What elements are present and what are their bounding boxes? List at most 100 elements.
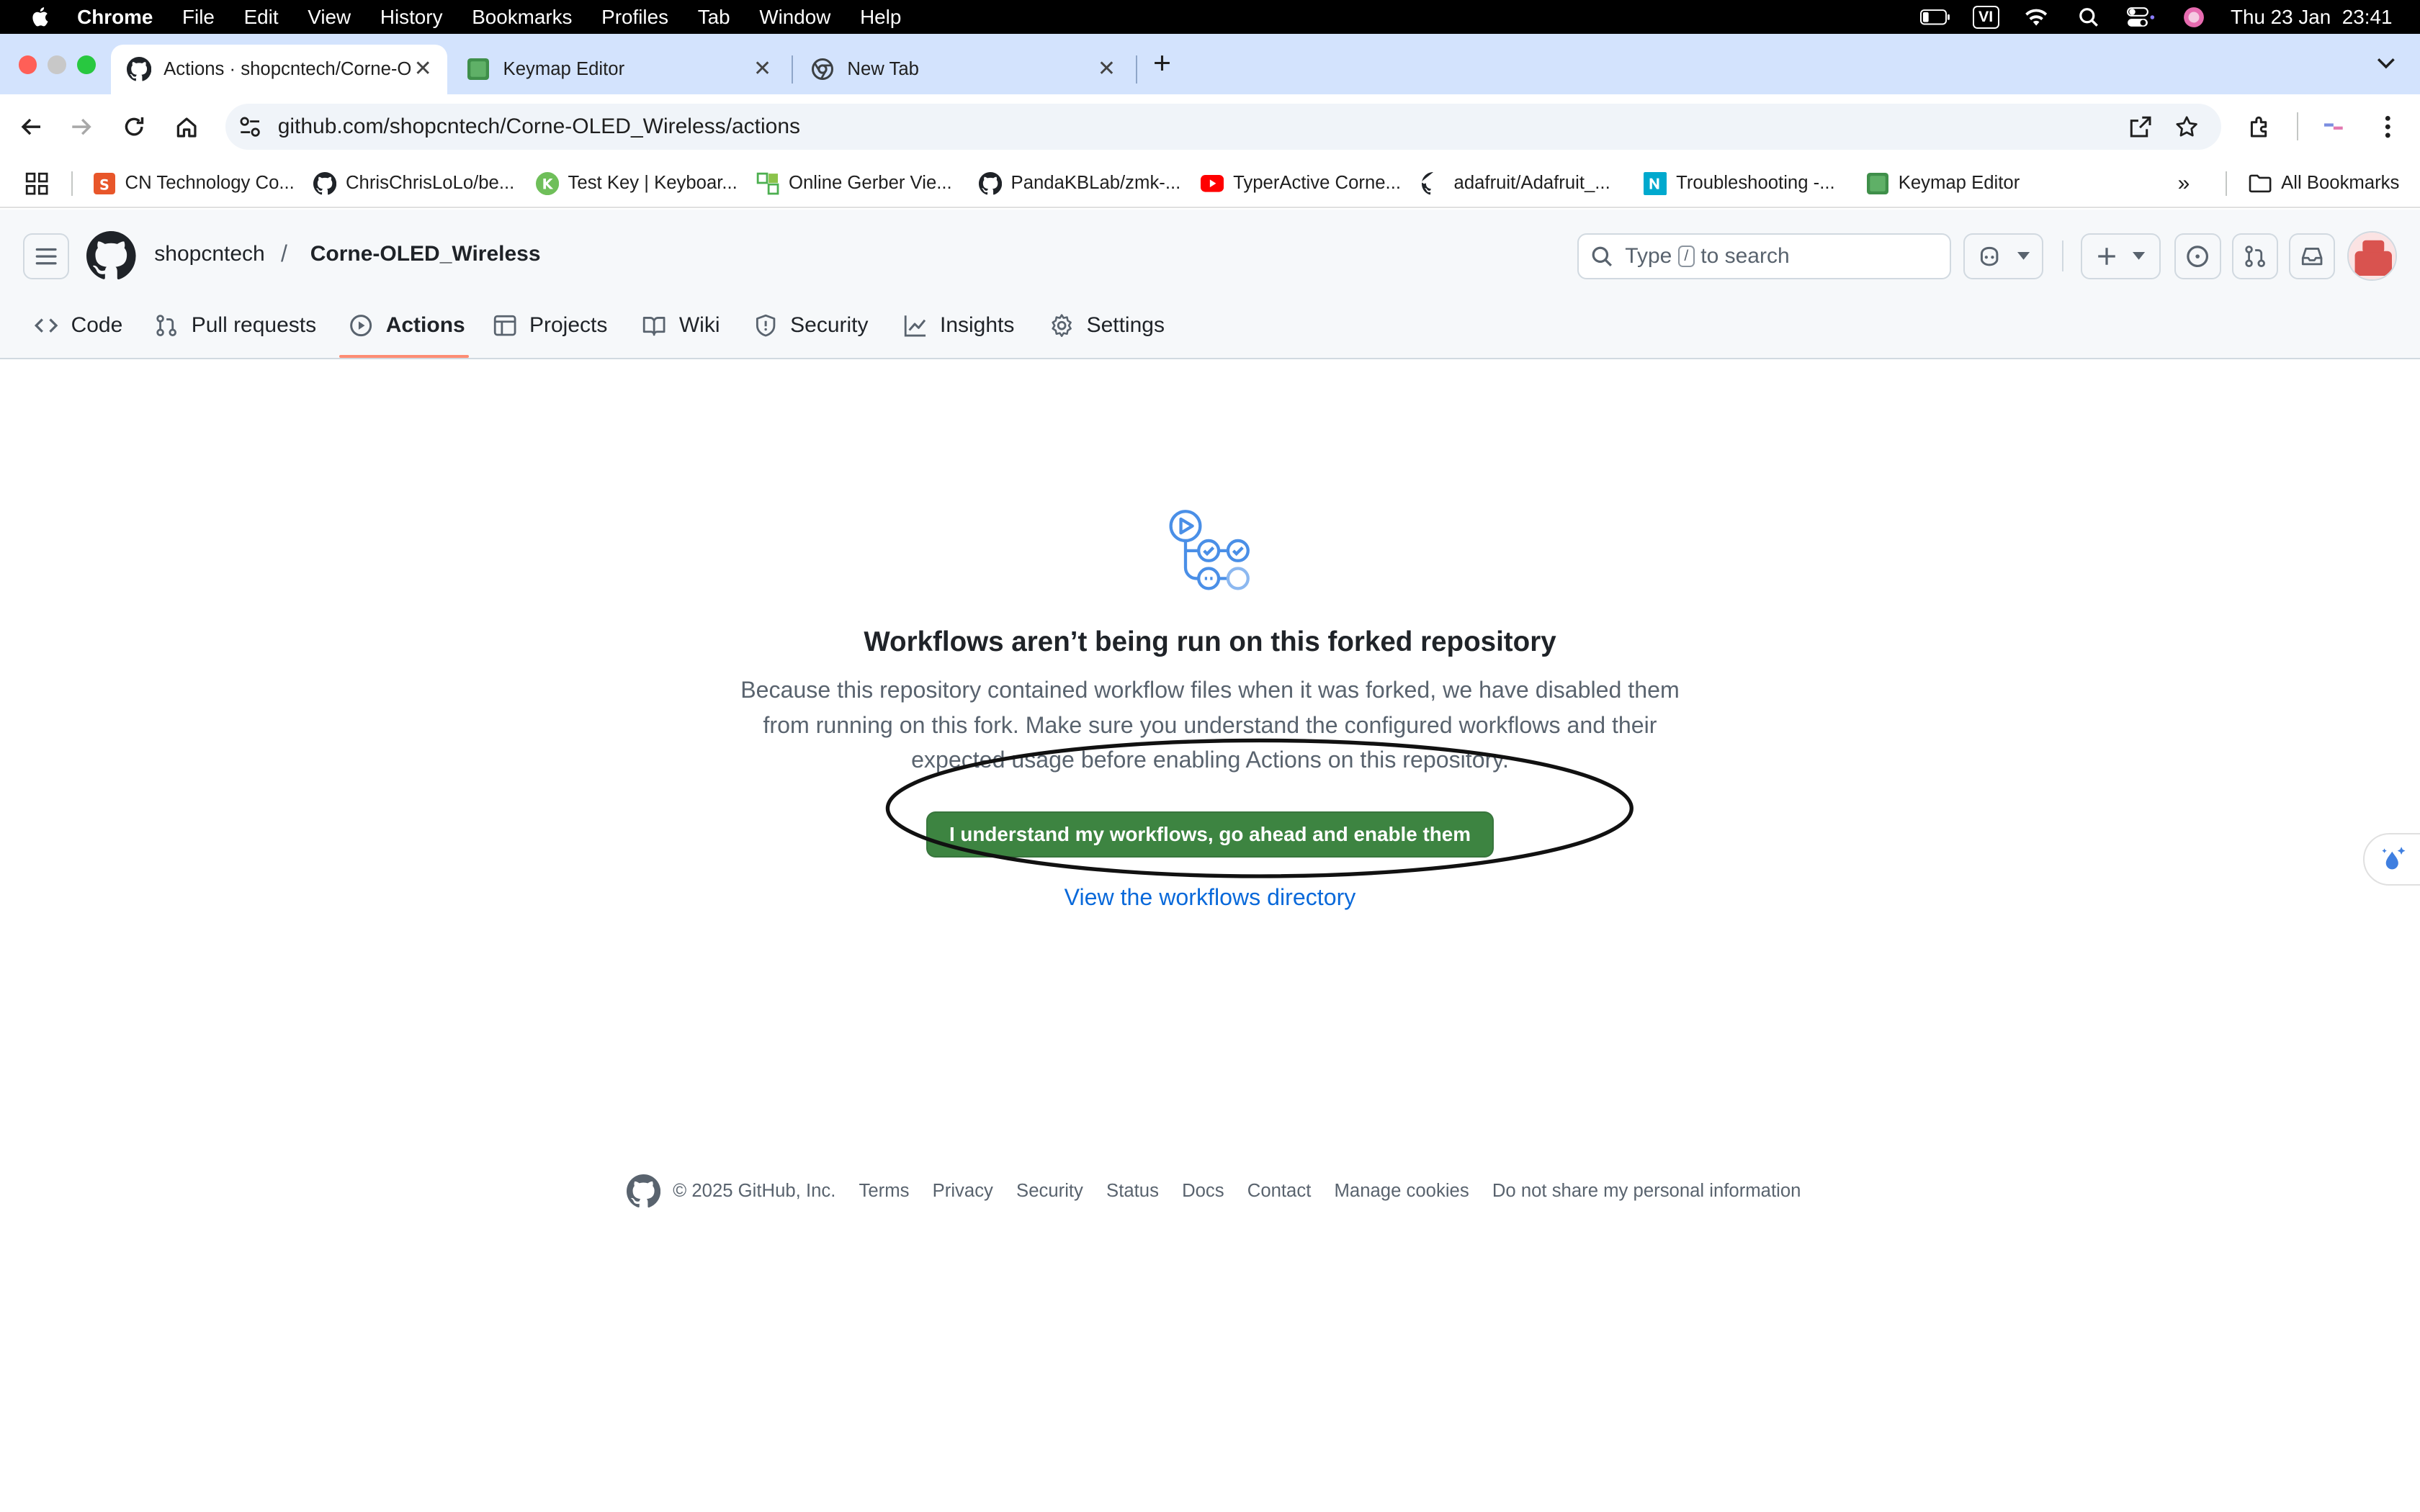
browser-tab-keymap-editor[interactable]: Keymap Editor ✕ bbox=[451, 45, 787, 94]
tab-close-icon[interactable]: ✕ bbox=[1094, 57, 1119, 81]
address-bar[interactable]: github.com/shopcntech/Corne-OLED_Wireles… bbox=[225, 103, 2221, 150]
search-placeholder-prefix: Type bbox=[1625, 243, 1672, 268]
blankslate-heading: Workflows aren’t being run on this forke… bbox=[864, 626, 1556, 657]
bookmark-star-icon[interactable] bbox=[2172, 111, 2202, 142]
repo-tab-actions[interactable]: Actions bbox=[349, 309, 465, 343]
code-icon bbox=[34, 313, 58, 338]
menu-app-name[interactable]: Chrome bbox=[77, 6, 153, 29]
github-search-input[interactable]: Type / to search bbox=[1577, 233, 1951, 279]
bookmark-item[interactable]: Online Gerber Vie... bbox=[756, 170, 952, 198]
menu-view[interactable]: View bbox=[308, 6, 351, 29]
home-icon[interactable] bbox=[171, 111, 202, 142]
forward-arrow-icon[interactable] bbox=[66, 111, 97, 142]
wifi-icon[interactable] bbox=[2021, 6, 2052, 28]
menu-edit[interactable]: Edit bbox=[244, 6, 279, 29]
copilot-button[interactable] bbox=[1963, 233, 2044, 279]
all-bookmarks-folder[interactable]: All Bookmarks bbox=[2249, 170, 2399, 198]
github-logo-icon[interactable] bbox=[86, 231, 136, 281]
github-icon bbox=[126, 57, 151, 81]
bookmark-item[interactable]: Keymap Editor bbox=[1866, 170, 2020, 198]
menu-bookmarks[interactable]: Bookmarks bbox=[472, 6, 572, 29]
keyboard-icon: K bbox=[535, 171, 559, 196]
reload-icon[interactable] bbox=[119, 111, 150, 142]
new-tab-plus-icon[interactable]: + bbox=[1148, 48, 1176, 78]
footer-link-docs[interactable]: Docs bbox=[1182, 1181, 1224, 1202]
repo-tab-settings[interactable]: Settings bbox=[1049, 309, 1165, 343]
global-nav-menu-button[interactable] bbox=[23, 233, 70, 279]
repo-tab-label: Code bbox=[71, 313, 123, 338]
window-minimize-button[interactable] bbox=[48, 55, 67, 74]
tab-close-icon[interactable]: ✕ bbox=[411, 57, 435, 81]
folder-icon bbox=[2249, 172, 2272, 195]
repo-tab-label: Security bbox=[790, 313, 869, 338]
control-center-icon[interactable] bbox=[2125, 6, 2156, 28]
floating-assistant-button[interactable] bbox=[2362, 833, 2420, 886]
menu-tab[interactable]: Tab bbox=[698, 6, 730, 29]
gerber-icon bbox=[756, 172, 779, 195]
bookmark-item[interactable]: ChrisChrisLoLo/be... bbox=[313, 170, 514, 198]
footer-link-status[interactable]: Status bbox=[1106, 1181, 1159, 1202]
window-zoom-button[interactable] bbox=[77, 55, 96, 74]
menu-help[interactable]: Help bbox=[860, 6, 901, 29]
inbox-button[interactable] bbox=[2288, 233, 2336, 279]
repo-tab-security[interactable]: Security bbox=[753, 309, 869, 343]
repo-tab-code[interactable]: Code bbox=[34, 309, 122, 343]
repo-tab-pull-requests[interactable]: Pull requests bbox=[154, 309, 316, 343]
window-close-button[interactable] bbox=[18, 55, 37, 74]
menu-window[interactable]: Window bbox=[759, 6, 830, 29]
user-avatar[interactable] bbox=[2347, 231, 2397, 281]
bookmark-item[interactable]: PandaKBLab/zmk-... bbox=[978, 170, 1180, 198]
menu-file[interactable]: File bbox=[182, 6, 215, 29]
github-footer-logo-icon[interactable] bbox=[627, 1174, 661, 1208]
footer-link-privacy[interactable]: Privacy bbox=[933, 1181, 993, 1202]
extensions-puzzle-icon[interactable] bbox=[2244, 111, 2275, 142]
siri-icon[interactable] bbox=[2178, 6, 2209, 28]
footer-link-contact[interactable]: Contact bbox=[1247, 1181, 1312, 1202]
more-bookmarks-chevron-icon[interactable]: » bbox=[2178, 173, 2202, 194]
repo-tab-label: Wiki bbox=[678, 313, 720, 338]
bookmark-item[interactable]: Troubleshooting -... bbox=[1644, 170, 1835, 198]
git-pull-request-icon bbox=[154, 313, 179, 338]
breadcrumb-repo-link[interactable]: Corne-OLED_Wireless bbox=[310, 242, 541, 266]
apps-grid-icon[interactable] bbox=[24, 171, 49, 196]
breadcrumb-owner-link[interactable]: shopcntech bbox=[154, 242, 264, 266]
enable-workflows-button[interactable]: I understand my workflows, go ahead and … bbox=[926, 811, 1494, 858]
bookmark-item[interactable]: adafruit/Adafruit_... bbox=[1421, 170, 1610, 198]
profile-extension-icon[interactable] bbox=[2320, 111, 2351, 142]
repo-tab-projects[interactable]: Projects bbox=[493, 309, 607, 343]
create-new-button[interactable] bbox=[2080, 233, 2161, 279]
spotlight-search-icon[interactable] bbox=[2073, 6, 2104, 28]
chrome-icon bbox=[810, 57, 835, 81]
site-settings-icon[interactable] bbox=[238, 114, 262, 139]
bookmark-label: ChrisChrisLoLo/be... bbox=[345, 173, 515, 194]
pull-requests-button[interactable] bbox=[2231, 233, 2278, 279]
footer-link-manage-cookies[interactable]: Manage cookies bbox=[1335, 1181, 1469, 1202]
apple-icon[interactable] bbox=[28, 4, 53, 29]
repo-tab-wiki[interactable]: Wiki bbox=[642, 309, 720, 343]
footer-link-terms[interactable]: Terms bbox=[859, 1181, 910, 1202]
tab-search-chevron-icon[interactable] bbox=[2370, 50, 2401, 78]
menubar-datetime[interactable]: Thu 23 Jan 23:41 bbox=[2231, 6, 2392, 29]
battery-icon[interactable] bbox=[1919, 6, 1951, 28]
browser-tab-actions[interactable]: Actions · shopcntech/Corne-O ✕ bbox=[111, 45, 448, 94]
footer-link-security[interactable]: Security bbox=[1016, 1181, 1083, 1202]
input-source-indicator[interactable]: VI bbox=[1972, 5, 1999, 29]
caret-down-icon[interactable] bbox=[2133, 252, 2146, 261]
caret-down-icon[interactable] bbox=[2017, 252, 2030, 261]
footer-link-do-not-share[interactable]: Do not share my personal information bbox=[1492, 1181, 1801, 1202]
menu-profiles[interactable]: Profiles bbox=[601, 6, 668, 29]
address-bar-url[interactable]: github.com/shopcntech/Corne-OLED_Wireles… bbox=[278, 114, 800, 139]
toolbar-separator bbox=[2296, 112, 2298, 140]
repo-tab-insights[interactable]: Insights bbox=[903, 309, 1014, 343]
back-arrow-icon[interactable] bbox=[15, 111, 46, 142]
workflows-directory-link-text[interactable]: View the workflows directory bbox=[1065, 884, 1356, 910]
issues-button[interactable] bbox=[2174, 233, 2221, 279]
open-in-app-icon[interactable] bbox=[2125, 111, 2156, 142]
menu-history[interactable]: History bbox=[380, 6, 443, 29]
chrome-menu-kebab-icon[interactable] bbox=[2372, 111, 2403, 142]
bookmark-item[interactable]: K Test Key | Keyboar... bbox=[535, 170, 738, 198]
tab-close-icon[interactable]: ✕ bbox=[750, 57, 774, 81]
bookmark-item[interactable]: TyperActive Corne... bbox=[1201, 170, 1401, 198]
browser-tab-new-tab[interactable]: New Tab ✕ bbox=[795, 45, 1131, 94]
bookmark-item[interactable]: S CN Technology Co... bbox=[93, 170, 295, 198]
